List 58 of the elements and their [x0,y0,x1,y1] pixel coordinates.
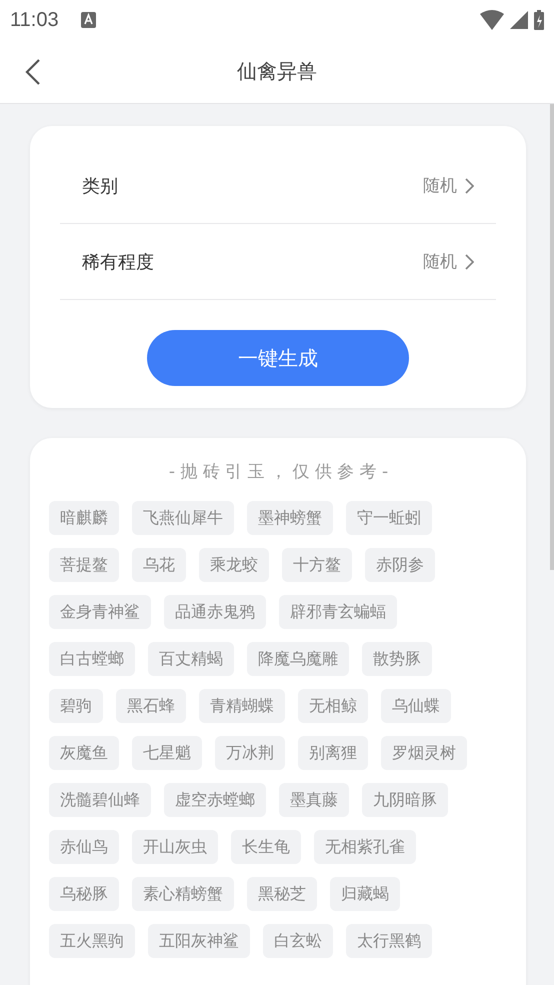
option-label: 类别 [82,174,118,198]
name-tag[interactable]: 赤仙鸟 [49,830,119,864]
battery-icon [534,10,544,30]
name-tag[interactable]: 灰魔鱼 [49,736,119,770]
name-tag[interactable]: 虚空赤螳螂 [164,783,266,817]
name-tag[interactable]: 长生龟 [231,830,301,864]
name-tag[interactable]: 罗烟灵树 [381,736,467,770]
name-tag[interactable]: 五火黑驹 [49,924,135,958]
name-tag[interactable]: 开山灰虫 [132,830,218,864]
name-tag[interactable]: 十方鳌 [282,548,352,582]
name-tag[interactable]: 别离狸 [298,736,368,770]
name-tag[interactable]: 墨神螃蟹 [247,501,333,535]
notification-icon [80,12,96,28]
name-tag[interactable]: 太行黑鹤 [346,924,432,958]
back-icon[interactable] [24,58,42,86]
name-tag[interactable]: 守一蚯蚓 [346,501,432,535]
name-tag[interactable]: 散势豚 [362,642,432,676]
wifi-icon [480,10,504,30]
name-tag[interactable]: 乘龙蛟 [199,548,269,582]
name-tag[interactable]: 墨真藤 [279,783,349,817]
name-tag[interactable]: 飞燕仙犀牛 [132,501,234,535]
name-tag[interactable]: 菩提鳌 [49,548,119,582]
name-tag[interactable]: 乌花 [132,548,186,582]
name-tag[interactable]: 九阴暗豚 [362,783,448,817]
name-tag[interactable]: 素心精螃蟹 [132,877,234,911]
generate-button[interactable]: 一键生成 [147,330,409,386]
name-tag[interactable]: 青精蝴蝶 [199,689,285,723]
name-tag[interactable]: 黑石蜂 [116,689,186,723]
results-caption: - 抛 砖 引 玉 ， 仅 供 参 考 - [168,461,390,483]
name-tag[interactable]: 暗麒麟 [49,501,119,535]
page-title: 仙禽异兽 [237,58,317,85]
option-label: 稀有程度 [82,250,154,274]
name-tag[interactable]: 无相鲸 [298,689,368,723]
name-tag[interactable]: 七星魈 [132,736,202,770]
name-tag[interactable]: 金身青神鲨 [49,595,151,629]
name-tag[interactable]: 降魔乌魔雕 [247,642,349,676]
name-tag[interactable]: 乌秘豚 [49,877,119,911]
chevron-icon[interactable] [465,254,474,270]
name-tag[interactable]: 无相紫孔雀 [314,830,416,864]
option-value[interactable]: 随机 [423,250,457,273]
name-tag[interactable]: 白古螳螂 [49,642,135,676]
name-tag[interactable]: 百丈精蝎 [148,642,234,676]
name-tag[interactable]: 归藏蝎 [330,877,400,911]
name-tag[interactable]: 五阳灰神鲨 [148,924,250,958]
name-tag[interactable]: 洗髓碧仙蜂 [49,783,151,817]
option-value[interactable]: 随机 [423,174,457,197]
signal-icon [510,11,528,29]
name-tag[interactable]: 辟邪青玄蝙蝠 [279,595,397,629]
name-tag[interactable]: 品通赤鬼鸦 [164,595,266,629]
scrollbar[interactable] [550,104,554,570]
name-tag[interactable]: 碧驹 [49,689,103,723]
name-tag[interactable]: 赤阴参 [365,548,435,582]
clock: 11:03 [10,8,59,32]
name-tag[interactable]: 黑秘芝 [247,877,317,911]
name-tag[interactable]: 白玄蚣 [263,924,333,958]
name-tag[interactable]: 乌仙蝶 [381,689,451,723]
name-tag[interactable]: 万冰荆 [215,736,285,770]
chevron-icon[interactable] [465,178,474,194]
